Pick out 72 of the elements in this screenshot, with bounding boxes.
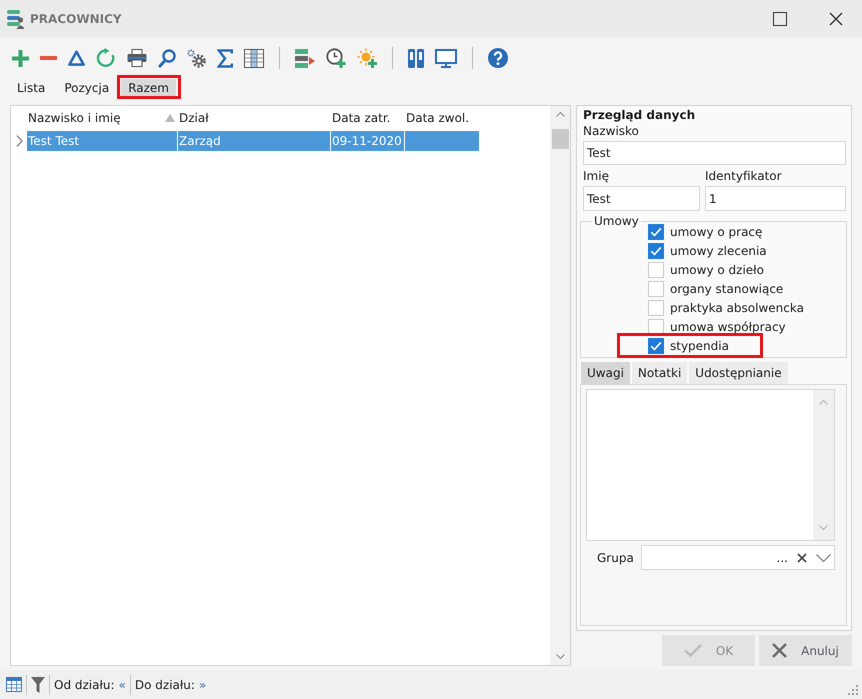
help-icon[interactable]	[488, 48, 508, 68]
field-label: Imię	[583, 168, 610, 184]
table-cell: Zarząd	[178, 131, 331, 151]
column-header[interactable]: Data zatr.	[331, 111, 405, 125]
filter-value[interactable]: »	[198, 678, 206, 692]
column-header[interactable]: Dział	[178, 111, 331, 125]
clear-icon[interactable]	[797, 552, 807, 562]
sun-plus-icon[interactable]	[357, 48, 377, 68]
triangle-icon[interactable]	[68, 50, 85, 66]
text-field[interactable]: Test	[583, 186, 700, 211]
checkbox-label[interactable]: umowy o pracę	[670, 224, 762, 238]
group-title: Umowy	[593, 214, 640, 228]
checkbox[interactable]	[648, 338, 664, 354]
table-cell: 09-11-2020	[331, 131, 405, 151]
clock-plus-icon[interactable]	[326, 48, 346, 68]
row-indicator-icon	[16, 135, 22, 147]
checkbox-label[interactable]: umowy o dzieło	[670, 262, 764, 276]
list-arrow-icon[interactable]	[295, 48, 315, 68]
checkbox-label[interactable]: umowa współpracy	[670, 320, 786, 334]
window-title: PRACOWNICY	[30, 12, 122, 26]
chevron-down-icon[interactable]	[816, 554, 831, 562]
scrollbar[interactable]	[550, 106, 570, 665]
checkbox-label[interactable]: organy stanowiące	[670, 282, 784, 296]
monitor-icon[interactable]	[435, 48, 457, 68]
checkbox[interactable]	[648, 318, 664, 334]
column-header[interactable]: Data zwol.	[405, 111, 480, 125]
printer-icon[interactable]	[127, 49, 147, 67]
filter-icon[interactable]	[31, 676, 45, 692]
binders-icon[interactable]	[408, 48, 424, 68]
table-cell: Test Test	[27, 131, 178, 151]
close-icon[interactable]	[829, 12, 843, 26]
field-label: Nazwisko	[583, 123, 640, 139]
text-field[interactable]: Test	[583, 141, 846, 165]
checkbox-label[interactable]: praktyka absolwencka	[670, 300, 804, 314]
notes-tab[interactable]: Udostępnianie	[689, 362, 788, 384]
checkbox[interactable]	[648, 300, 664, 316]
filter-label: Od działu:	[54, 678, 115, 692]
cancel-button[interactable]: Anuluj	[759, 635, 852, 666]
columns-icon[interactable]	[244, 48, 264, 68]
view-tab[interactable]: Lista	[10, 79, 52, 98]
checkbox[interactable]	[648, 242, 664, 258]
table-icon[interactable]	[6, 677, 22, 692]
resize-grip-icon[interactable]	[848, 685, 858, 695]
field-label: Identyfikator	[705, 168, 783, 184]
minimize-icon[interactable]	[773, 12, 787, 26]
notes-tab[interactable]: Notatki	[632, 362, 688, 384]
view-tab[interactable]: Pozycja	[57, 79, 116, 98]
group-combo[interactable]: ...	[641, 545, 835, 570]
chevron-up-icon[interactable]	[556, 112, 564, 117]
plus-icon[interactable]	[12, 50, 29, 66]
filter-value[interactable]: «	[118, 678, 126, 692]
sigma-icon[interactable]	[217, 48, 233, 68]
refresh-icon[interactable]	[96, 48, 116, 68]
column-header[interactable]: Nazwisko i imię	[27, 111, 178, 125]
cross-icon	[772, 643, 788, 658]
chevron-down-icon[interactable]	[556, 654, 564, 659]
checkbox-label[interactable]: stypendia	[670, 338, 729, 352]
ellipsis-button[interactable]: ...	[776, 550, 788, 564]
filter-label: Do działu:	[134, 678, 195, 692]
gears-icon[interactable]	[187, 48, 206, 68]
check-icon	[684, 644, 702, 657]
field-label: Grupa	[596, 550, 635, 564]
checkbox[interactable]	[648, 280, 664, 296]
panel-title: Przegląd danych	[583, 107, 696, 123]
scrollbar-thumb[interactable]	[552, 129, 568, 149]
app-logo-icon	[7, 8, 25, 28]
checkbox-label[interactable]: umowy zlecenia	[670, 244, 767, 258]
notes-tab[interactable]: Uwagi	[581, 362, 630, 384]
search-icon[interactable]	[158, 48, 176, 68]
text-field[interactable]: 1	[705, 186, 846, 211]
checkbox[interactable]	[648, 224, 664, 240]
checkbox[interactable]	[648, 262, 664, 278]
